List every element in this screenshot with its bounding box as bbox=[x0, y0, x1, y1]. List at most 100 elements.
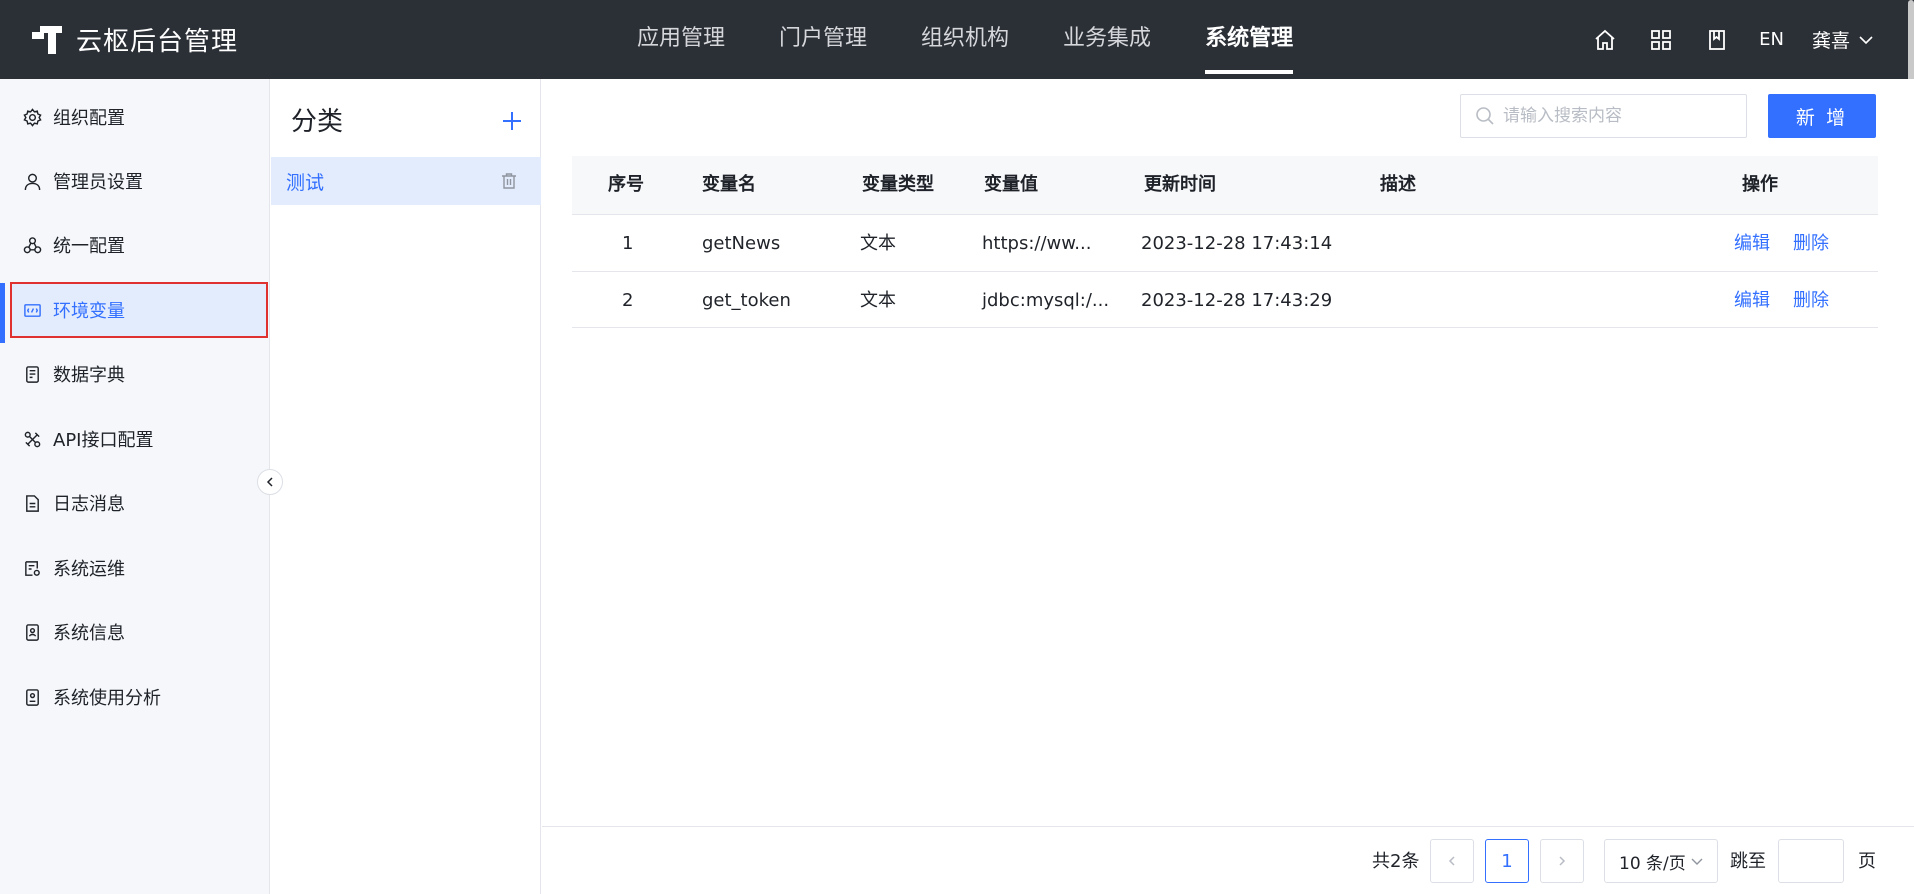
plus-icon bbox=[503, 112, 521, 130]
info-card-icon bbox=[22, 622, 42, 642]
next-page-button[interactable] bbox=[1540, 839, 1584, 883]
table-row: 2 get_token 文本 jdbc:mysql:/... 2023-12-2… bbox=[572, 271, 1878, 328]
nav-business-integration[interactable]: 业务集成 bbox=[1063, 0, 1151, 79]
cell-name: get_token bbox=[702, 290, 791, 311]
page-size-value: 10 条/页 bbox=[1619, 853, 1686, 874]
language-switch[interactable]: EN bbox=[1759, 29, 1784, 50]
analysis-icon bbox=[22, 687, 42, 707]
apps-grid-icon[interactable] bbox=[1647, 26, 1675, 54]
sidebar-item-label: API接口配置 bbox=[53, 430, 154, 451]
delete-link[interactable]: 删除 bbox=[1793, 272, 1829, 329]
jump-page-field[interactable] bbox=[1778, 839, 1844, 883]
active-indicator bbox=[0, 283, 5, 343]
cell-index: 1 bbox=[622, 233, 634, 254]
sidebar-item-usage-analysis[interactable]: 系统使用分析 bbox=[10, 669, 268, 725]
col-desc: 描述 bbox=[1380, 174, 1416, 195]
nav-system-management[interactable]: 系统管理 bbox=[1205, 0, 1294, 79]
sidebar-item-label: 统一配置 bbox=[53, 236, 125, 257]
sidebar-item-label: 组织配置 bbox=[53, 108, 125, 129]
trash-icon bbox=[502, 173, 516, 189]
table-header: 序号 变量名 变量类型 变量值 更新时间 描述 操作 bbox=[572, 156, 1878, 214]
chevron-left-icon bbox=[1448, 856, 1455, 866]
header-actions: EN 龚喜 bbox=[1591, 0, 1874, 79]
sidebar-item-label: 系统使用分析 bbox=[53, 688, 161, 709]
cell-type: 文本 bbox=[860, 290, 896, 311]
sidebar-item-label: 系统运维 bbox=[53, 559, 125, 580]
prev-page-button[interactable] bbox=[1430, 839, 1474, 883]
col-actions: 操作 bbox=[1742, 174, 1778, 195]
sidebar-collapse-button[interactable] bbox=[257, 469, 283, 495]
sidebar-item-label: 日志消息 bbox=[53, 494, 125, 515]
left-sidebar: 组织配置 管理员设置 统一配置 环境变量 数据字典 API接口配置 日志消息 系… bbox=[0, 79, 270, 894]
page-number-button[interactable]: 1 bbox=[1485, 839, 1529, 883]
category-item-label: 测试 bbox=[286, 171, 325, 194]
app-logo[interactable]: 云枢后台管理 bbox=[30, 22, 239, 57]
chevron-right-icon bbox=[1559, 856, 1566, 866]
user-icon bbox=[22, 171, 42, 191]
edit-link[interactable]: 编辑 bbox=[1734, 215, 1770, 272]
edit-link[interactable]: 编辑 bbox=[1734, 272, 1770, 329]
total-count: 共2条 bbox=[1372, 851, 1420, 872]
page-suffix-label: 页 bbox=[1858, 851, 1876, 872]
variable-icon bbox=[22, 300, 42, 320]
top-header: 云枢后台管理 应用管理 门户管理 组织机构 业务集成 系统管理 EN 龚喜 bbox=[0, 0, 1914, 79]
search-input[interactable] bbox=[1503, 106, 1733, 126]
col-updated: 更新时间 bbox=[1144, 174, 1216, 195]
document-icon bbox=[22, 493, 42, 513]
top-nav: 应用管理 门户管理 组织机构 业务集成 系统管理 bbox=[610, 0, 1320, 79]
app-title: 云枢后台管理 bbox=[76, 26, 239, 57]
sidebar-item-system-ops[interactable]: 系统运维 bbox=[10, 540, 268, 596]
logo-mark-icon bbox=[30, 22, 64, 56]
sidebar-item-env-variables[interactable]: 环境变量 bbox=[10, 282, 268, 338]
col-index: 序号 bbox=[608, 174, 644, 195]
delete-category-button[interactable] bbox=[497, 169, 521, 193]
nav-portal-management[interactable]: 门户管理 bbox=[779, 0, 867, 79]
col-name: 变量名 bbox=[702, 174, 756, 195]
chevron-down-icon bbox=[1859, 35, 1873, 44]
cell-value: jdbc:mysql:/... bbox=[982, 290, 1110, 311]
sidebar-item-org-config[interactable]: 组织配置 bbox=[10, 89, 268, 145]
sidebar-item-label: 环境变量 bbox=[53, 301, 125, 322]
jump-page-input[interactable] bbox=[1779, 840, 1843, 882]
user-name: 龚喜 bbox=[1811, 30, 1850, 52]
cell-index: 2 bbox=[622, 290, 634, 311]
dictionary-icon bbox=[22, 364, 42, 384]
book-icon[interactable] bbox=[1703, 26, 1731, 54]
sidebar-item-log-messages[interactable]: 日志消息 bbox=[10, 475, 268, 531]
cell-updated: 2023-12-28 17:43:14 bbox=[1141, 233, 1333, 254]
sidebar-item-unified-config[interactable]: 统一配置 bbox=[10, 217, 268, 273]
col-type: 变量类型 bbox=[862, 174, 934, 195]
cell-name: getNews bbox=[702, 233, 781, 254]
cell-type: 文本 bbox=[860, 233, 896, 254]
delete-link[interactable]: 删除 bbox=[1793, 215, 1829, 272]
search-icon bbox=[1476, 107, 1494, 125]
add-button[interactable]: 新 增 bbox=[1768, 94, 1876, 138]
sidebar-item-admin-settings[interactable]: 管理员设置 bbox=[10, 153, 268, 209]
main-content: 新 增 序号 变量名 变量类型 变量值 更新时间 描述 操作 1 getNews… bbox=[542, 79, 1914, 894]
chevron-down-icon bbox=[1691, 858, 1703, 865]
user-menu[interactable]: 龚喜 bbox=[1812, 26, 1874, 53]
cell-updated: 2023-12-28 17:43:29 bbox=[1141, 290, 1333, 311]
maintenance-icon bbox=[22, 558, 42, 578]
sidebar-item-label: 管理员设置 bbox=[53, 172, 143, 193]
sidebar-item-data-dictionary[interactable]: 数据字典 bbox=[10, 346, 268, 402]
nav-organization[interactable]: 组织机构 bbox=[921, 0, 1009, 79]
chevron-left-icon bbox=[266, 477, 273, 487]
sidebar-item-system-info[interactable]: 系统信息 bbox=[10, 604, 268, 660]
page-size-select[interactable]: 10 条/页 bbox=[1604, 839, 1718, 883]
home-icon[interactable] bbox=[1591, 26, 1619, 54]
gear-icon bbox=[22, 107, 42, 127]
cell-value: https://ww... bbox=[982, 233, 1092, 254]
category-panel: 分类 测试 bbox=[271, 79, 541, 894]
table-row: 1 getNews 文本 https://ww... 2023-12-28 17… bbox=[572, 214, 1878, 271]
search-box[interactable] bbox=[1460, 94, 1747, 138]
add-category-button[interactable] bbox=[497, 106, 527, 136]
jump-label: 跳至 bbox=[1730, 851, 1766, 872]
category-title: 分类 bbox=[291, 107, 344, 137]
col-value: 变量值 bbox=[984, 174, 1038, 195]
sidebar-item-label: 系统信息 bbox=[53, 623, 125, 644]
sidebar-item-api-config[interactable]: API接口配置 bbox=[10, 411, 268, 467]
sidebar-item-label: 数据字典 bbox=[53, 365, 125, 386]
pagination: 共2条 1 10 条/页 跳至 页 bbox=[542, 826, 1914, 894]
nav-app-management[interactable]: 应用管理 bbox=[637, 0, 725, 79]
